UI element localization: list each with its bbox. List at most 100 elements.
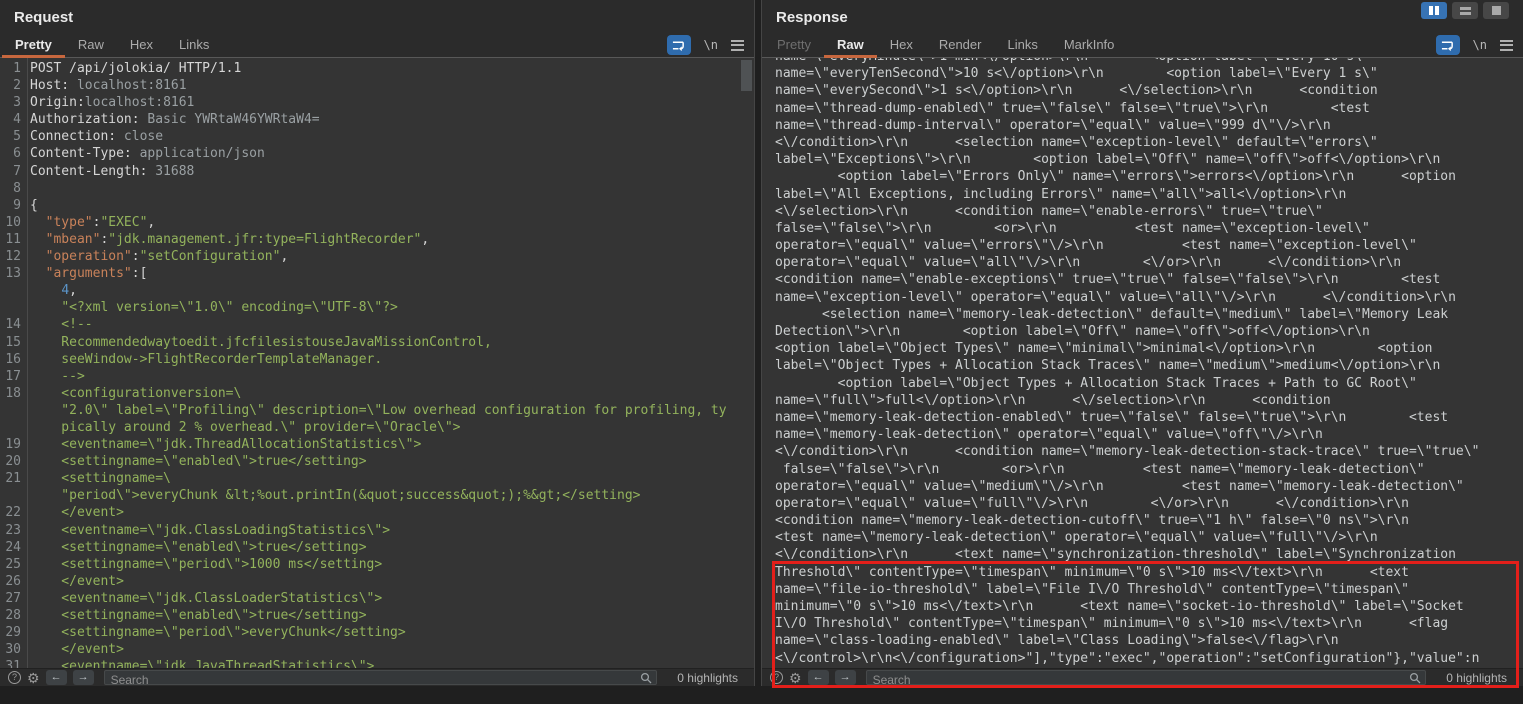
line-number: 26: [0, 573, 21, 590]
code-line: 12 "operation":"setConfiguration",: [0, 248, 754, 265]
settings-gear-icon[interactable]: ⚙: [789, 671, 802, 685]
code-line: 17 -->: [0, 368, 754, 385]
line-number: 18: [0, 385, 21, 402]
code-line: <option label=\"Object Types + Allocatio…: [775, 375, 1523, 392]
code-line: 19 <eventname=\"jdk.ThreadAllocationStat…: [0, 436, 754, 453]
search-prev-button[interactable]: ←: [46, 670, 67, 685]
code-line: 4,: [0, 282, 754, 299]
line-number: 24: [0, 539, 21, 556]
code-line: 26 </event>: [0, 573, 754, 590]
response-tab-links[interactable]: Links: [994, 32, 1050, 57]
line-number: 23: [0, 522, 21, 539]
search-next-button[interactable]: →: [835, 670, 856, 685]
response-tab-pretty[interactable]: Pretty: [764, 32, 824, 57]
editor-menu-button[interactable]: [731, 40, 744, 51]
single-pane-icon: [1492, 6, 1501, 15]
line-number: 14: [0, 316, 21, 333]
line-number: 22: [0, 504, 21, 521]
word-wrap-button[interactable]: [667, 35, 691, 55]
line-number: 4: [0, 111, 21, 128]
line-number: 12: [0, 248, 21, 265]
word-wrap-icon: [671, 39, 686, 52]
line-number: 31: [0, 658, 21, 668]
code-line: name=\"thread-dump-enabled\" true=\"fals…: [775, 100, 1523, 117]
code-line: name=\"everyTenSecond\">10 s<\/option>\r…: [775, 65, 1523, 82]
newline-toggle-button[interactable]: \n: [1473, 38, 1487, 52]
line-number: 1: [0, 60, 21, 77]
help-icon[interactable]: ?: [8, 671, 21, 684]
word-wrap-button[interactable]: [1436, 35, 1460, 55]
search-prev-button[interactable]: ←: [808, 670, 829, 685]
search-input[interactable]: [867, 674, 1426, 687]
request-header: Request: [0, 0, 754, 32]
code-line: I\/O Threshold\" contentType=\"timespan\…: [775, 615, 1523, 632]
code-line: 22 </event>: [0, 504, 754, 521]
code-line: 15 Recommendedwaytoedit.jfcfilesistouseJ…: [0, 334, 754, 351]
code-line: 7Content-Length: 31688: [0, 163, 754, 180]
line-number: 27: [0, 590, 21, 607]
code-line: 21 <settingname=\: [0, 470, 754, 487]
code-line: operator=\"equal\" value=\"medium\"\/>\r…: [775, 478, 1523, 495]
line-number: 13: [0, 265, 21, 282]
code-line: 31 <eventname=\"jdk.JavaThreadStatistics…: [0, 658, 754, 668]
code-line: label=\"All Exceptions, including Errors…: [775, 186, 1523, 203]
code-line: <\/condition>\r\n <selection name=\"exce…: [775, 134, 1523, 151]
code-line: 14 <!--: [0, 316, 754, 333]
code-line: Detection\">\r\n <option label=\"Off\" n…: [775, 323, 1523, 340]
response-editor[interactable]: name=\"everyMinute\">1 min<\/option>\r\n…: [762, 58, 1523, 668]
request-tab-bar: Pretty Raw Hex Links \n: [0, 32, 754, 58]
code-line: false=\"false\">\r\n <or>\r\n <test name…: [775, 220, 1523, 237]
code-line: <test name=\"memory-leak-detection\" ope…: [775, 529, 1523, 546]
word-wrap-icon: [1440, 39, 1455, 52]
code-line: name=\"memory-leak-detection\" operator=…: [775, 426, 1523, 443]
code-line: 9{: [0, 197, 754, 214]
line-number: 28: [0, 607, 21, 624]
newline-toggle-button[interactable]: \n: [704, 38, 718, 52]
code-line: <option label=\"Errors Only\" name=\"err…: [775, 168, 1523, 185]
response-tab-hex[interactable]: Hex: [877, 32, 926, 57]
code-line: 1POST /api/jolokia/ HTTP/1.1: [0, 60, 754, 77]
response-tab-raw[interactable]: Raw: [824, 32, 877, 57]
code-line: name=\"exception-level\" operator=\"equa…: [775, 289, 1523, 306]
code-line: 30 </event>: [0, 641, 754, 658]
code-line: 28 <settingname=\"enabled\">true</settin…: [0, 607, 754, 624]
code-line: 6Content-Type: application/json: [0, 145, 754, 162]
line-number: 20: [0, 453, 21, 470]
code-line: "period\">everyChunk &lt;%out.printIn(&q…: [0, 487, 754, 504]
response-tab-render[interactable]: Render: [926, 32, 995, 57]
settings-gear-icon[interactable]: ⚙: [27, 671, 40, 685]
line-number: 30: [0, 641, 21, 658]
layout-rows-button[interactable]: [1452, 2, 1478, 19]
line-number: 9: [0, 197, 21, 214]
line-number: 3: [0, 94, 21, 111]
search-next-button[interactable]: →: [73, 670, 94, 685]
code-line: name=\"everySecond\">1 s<\/option>\r\n <…: [775, 82, 1523, 99]
code-line: 27 <eventname=\"jdk.ClassLoaderStatistic…: [0, 590, 754, 607]
line-number: 17: [0, 368, 21, 385]
request-tab-pretty[interactable]: Pretty: [2, 32, 65, 57]
request-scrollbar-thumb[interactable]: [741, 60, 752, 91]
code-line: Threshold\" contentType=\"timespan\" min…: [775, 564, 1523, 581]
request-editor[interactable]: 1POST /api/jolokia/ HTTP/1.12Host: local…: [0, 58, 754, 668]
code-line: "<?xml version=\"1.0\" encoding=\"UTF-8\…: [0, 299, 754, 316]
code-line: 2Host: localhost:8161: [0, 77, 754, 94]
code-line: <condition name=\"memory-leak-detection-…: [775, 512, 1523, 529]
request-tab-raw[interactable]: Raw: [65, 32, 117, 57]
line-number: 10: [0, 214, 21, 231]
code-line: <\/selection>\r\n <condition name=\"enab…: [775, 203, 1523, 220]
code-line: 10 "type":"EXEC",: [0, 214, 754, 231]
search-magnifier-icon: [640, 672, 652, 684]
request-tab-links[interactable]: Links: [166, 32, 222, 57]
help-icon[interactable]: ?: [770, 671, 783, 684]
line-number: 29: [0, 624, 21, 641]
request-tab-hex[interactable]: Hex: [117, 32, 166, 57]
editor-menu-button[interactable]: [1500, 40, 1513, 51]
gutter-separator: [27, 58, 28, 668]
code-line: 11 "mbean":"jdk.management.jfr:type=Flig…: [0, 231, 754, 248]
response-tab-markinfo[interactable]: MarkInfo: [1051, 32, 1128, 57]
code-line: label=\"Exceptions\">\r\n <option label=…: [775, 151, 1523, 168]
search-input[interactable]: [105, 674, 657, 687]
layout-columns-button[interactable]: [1421, 2, 1447, 19]
layout-single-button[interactable]: [1483, 2, 1509, 19]
code-line: minimum=\"0 s\">10 ms<\/text>\r\n <text …: [775, 598, 1523, 615]
